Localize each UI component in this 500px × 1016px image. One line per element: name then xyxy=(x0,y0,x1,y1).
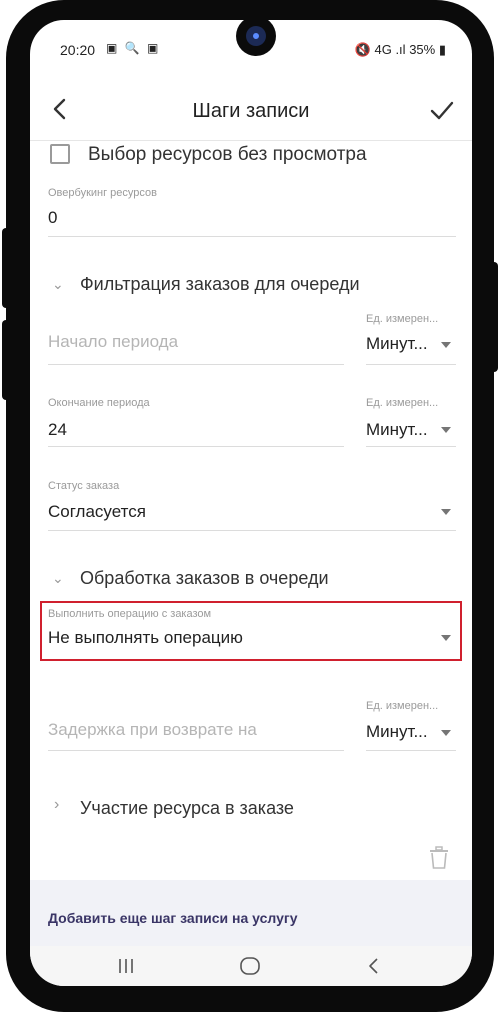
operation-select[interactable]: Не выполнять операцию xyxy=(48,628,243,648)
no-preview-label: Выбор ресурсов без просмотра xyxy=(88,144,367,165)
add-step-link[interactable]: Добавить еще шаг записи на услугу xyxy=(48,910,298,926)
period-end-input[interactable]: 24 xyxy=(48,420,67,440)
return-delay-unit-label: Ед. измерен... xyxy=(366,700,439,712)
nav-back-icon xyxy=(369,958,378,974)
volume-button-2 xyxy=(2,320,10,400)
no-preview-checkbox[interactable] xyxy=(50,144,70,164)
volume-button xyxy=(2,228,10,308)
period-end-unit-label: Ед. измерен... xyxy=(366,397,439,409)
return-delay-underline xyxy=(48,750,344,751)
period-start-input[interactable]: Начало периода xyxy=(48,332,178,352)
camera-dot xyxy=(253,33,259,39)
trash-icon xyxy=(430,846,448,869)
recents-button[interactable] xyxy=(116,956,136,976)
processing-section-header[interactable]: Обработка заказов в очереди xyxy=(80,568,329,589)
period-start-unit-label: Ед. измерен... xyxy=(366,313,439,325)
home-icon xyxy=(240,957,260,975)
return-delay-unit-underline xyxy=(366,750,456,751)
order-status-label: Статус заказа xyxy=(48,480,120,492)
expand-chevron-icon: ⌄ xyxy=(52,570,64,586)
filter-section-header[interactable]: Фильтрация заказов для очереди xyxy=(80,274,360,295)
overbooking-label: Овербукинг ресурсов xyxy=(48,187,157,199)
status-left-icons: ▣ 🔍 ▣ xyxy=(106,41,161,55)
status-right-icons: 🔇 4G .ıl xyxy=(354,42,406,57)
participation-section-header[interactable]: Участие ресурса в заказе xyxy=(80,798,294,819)
return-delay-input[interactable]: Задержка при возврате на xyxy=(48,720,257,740)
dropdown-caret-icon[interactable] xyxy=(441,635,451,641)
status-time: 20:20 xyxy=(60,42,96,58)
period-end-unit-select[interactable]: Минут... xyxy=(366,420,428,440)
battery-text: 35% xyxy=(409,42,436,57)
home-button[interactable] xyxy=(239,956,261,976)
dropdown-caret-icon[interactable] xyxy=(441,342,451,348)
battery-icon: ▮ xyxy=(438,42,446,57)
order-status-select[interactable]: Согласуется xyxy=(48,502,146,522)
overbooking-underline xyxy=(48,236,456,237)
period-start-unit-select[interactable]: Минут... xyxy=(366,334,428,354)
dropdown-caret-icon[interactable] xyxy=(441,427,451,433)
period-start-unit-underline xyxy=(366,364,456,365)
order-status-underline xyxy=(48,530,456,531)
return-delay-unit-select[interactable]: Минут... xyxy=(366,722,428,742)
period-end-underline xyxy=(48,446,344,447)
delete-button[interactable] xyxy=(428,846,450,870)
dropdown-caret-icon[interactable] xyxy=(441,730,451,736)
power-button xyxy=(490,262,498,372)
page-title: Шаги записи xyxy=(192,100,310,122)
chevron-right-icon: › xyxy=(54,796,60,813)
confirm-button[interactable] xyxy=(428,96,456,124)
recents-icon xyxy=(119,959,133,973)
screen: 20:20 ▣ 🔍 ▣ 🔇 4G .ıl 35% ▮ Шаги записи В… xyxy=(30,20,472,986)
period-end-unit-underline xyxy=(366,446,456,447)
check-icon xyxy=(430,101,454,120)
overbooking-input[interactable]: 0 xyxy=(48,208,57,228)
period-start-underline xyxy=(48,364,344,365)
operation-label: Выполнить операцию с заказом xyxy=(48,608,212,620)
dropdown-caret-icon[interactable] xyxy=(441,509,451,515)
nav-back-button[interactable] xyxy=(364,956,384,976)
period-end-label: Окончание периода xyxy=(48,397,150,409)
expand-chevron-icon: ⌄ xyxy=(52,276,64,292)
status-right: 🔇 4G .ıl 35% ▮ xyxy=(355,42,446,58)
